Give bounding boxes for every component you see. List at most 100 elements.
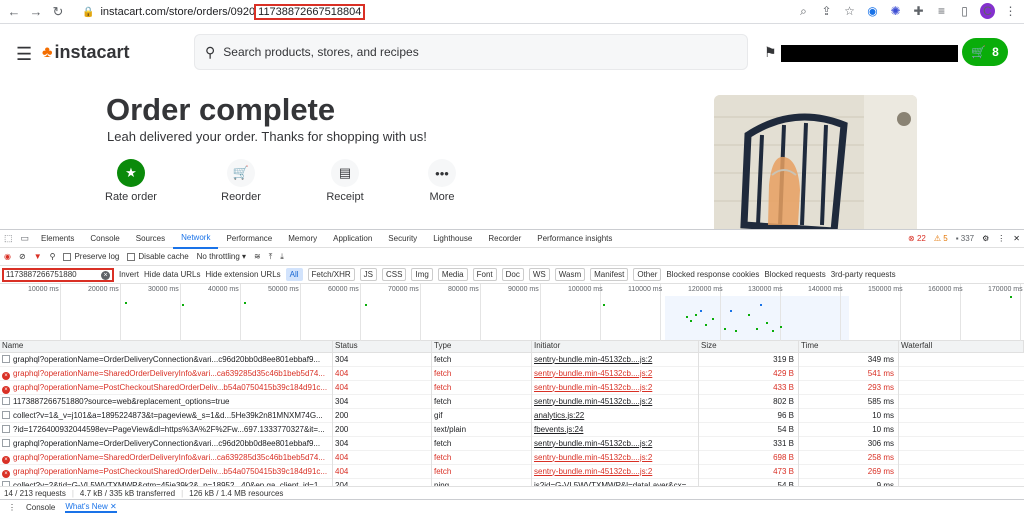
network-conditions-icon[interactable]: ≋ <box>254 252 261 261</box>
type-filter-media[interactable]: Media <box>437 268 468 281</box>
table-row[interactable]: graphql?operationName=OrderDeliveryConne… <box>0 436 1024 451</box>
cell-initiator[interactable]: sentry-bundle.min-45132cb....js:2 <box>532 436 699 451</box>
type-filter-wasm[interactable]: Wasm <box>554 268 586 281</box>
reorder-button[interactable]: 🛒 Reorder <box>206 159 276 203</box>
drawer-menu-icon[interactable]: ⋮ <box>8 503 16 512</box>
tab-lighthouse[interactable]: Lighthouse <box>425 230 480 248</box>
column-time[interactable]: Time <box>799 341 899 352</box>
blocked-cookies-checkbox[interactable]: Blocked response cookies <box>666 270 759 279</box>
type-filter-font[interactable]: Font <box>472 268 497 281</box>
hamburger-menu-icon[interactable]: ☰ <box>16 44 32 65</box>
table-row[interactable]: graphql?operationName=OrderDeliveryConne… <box>0 353 1024 367</box>
type-filter-other[interactable]: Other <box>633 268 662 281</box>
extension-1-icon[interactable]: ◉ <box>865 4 880 18</box>
table-row[interactable]: × graphql?operationName=PostCheckoutShare… <box>0 464 1024 479</box>
sidebar-icon[interactable]: ▯ <box>957 4 972 18</box>
search-input[interactable]: ⚲ Search products, stores, and recipes <box>194 34 748 70</box>
preserve-log-checkbox[interactable]: Preserve log <box>63 252 119 261</box>
third-party-checkbox[interactable]: 3rd-party requests <box>831 270 896 279</box>
search-icon[interactable]: ⚲ <box>50 252 56 261</box>
profile-avatar[interactable]: C <box>980 3 995 19</box>
column-initiator[interactable]: Initiator <box>532 341 699 352</box>
location-pin-icon[interactable]: ⚑ <box>764 44 777 61</box>
share-icon[interactable]: ⇪ <box>819 4 834 18</box>
type-filter-js[interactable]: JS <box>359 268 378 281</box>
cell-initiator[interactable]: sentry-bundle.min-45132cb....js:2 <box>532 394 699 409</box>
invert-checkbox[interactable]: Invert <box>119 270 139 279</box>
devtools-menu-icon[interactable]: ⋮ <box>997 234 1005 243</box>
zoom-icon[interactable]: ⌕ <box>796 4 811 19</box>
drawer-tab-whats-new[interactable]: What's New ✕ <box>65 502 117 513</box>
type-filter-fetch-xhr[interactable]: Fetch/XHR <box>307 268 355 281</box>
table-row[interactable]: × graphql?operationName=SharedOrderDelive… <box>0 450 1024 465</box>
record-icon[interactable]: ◉ <box>4 252 11 261</box>
cell-initiator[interactable]: sentry-bundle.min-45132cb....js:2 <box>532 464 699 479</box>
message-count[interactable]: ▪ 337 <box>956 234 974 243</box>
table-row[interactable]: × graphql?operationName=SharedOrderDelive… <box>0 366 1024 381</box>
tab-performance[interactable]: Performance <box>218 230 280 248</box>
cart-button[interactable]: 🛒 8 <box>962 38 1008 66</box>
cell-initiator[interactable]: sentry-bundle.min-45132cb....js:2 <box>532 366 699 381</box>
type-filter-doc[interactable]: Doc <box>501 268 524 281</box>
tab-application[interactable]: Application <box>325 230 380 248</box>
column-waterfall[interactable]: Waterfall <box>899 341 1024 352</box>
column-status[interactable]: Status <box>333 341 432 352</box>
export-har-icon[interactable]: ⤓ <box>280 252 284 262</box>
back-icon[interactable]: ← <box>6 4 22 20</box>
table-row[interactable]: × graphql?operationName=PostCheckoutShare… <box>0 380 1024 395</box>
cell-initiator[interactable]: sentry-bundle.min-45132cb....js:2 <box>532 380 699 395</box>
table-row[interactable]: collect?v=1&_v=j101&a=1895224873&t=pagev… <box>0 408 1024 423</box>
filter-input[interactable]: 1173887266751880 × <box>2 267 114 282</box>
tab-console[interactable]: Console <box>82 230 127 248</box>
close-devtools-icon[interactable]: ✕ <box>1013 234 1020 243</box>
type-filter-css[interactable]: CSS <box>382 268 407 281</box>
column-name[interactable]: Name <box>0 341 333 352</box>
cell-initiator[interactable]: fbevents.js:24 <box>532 422 699 437</box>
table-row[interactable]: ?id=1726400932044598ev=PageView&dl=https… <box>0 422 1024 437</box>
hide-data-urls-checkbox[interactable]: Hide data URLs <box>144 270 200 279</box>
tab-recorder[interactable]: Recorder <box>480 230 529 248</box>
hide-extension-urls-checkbox[interactable]: Hide extension URLs <box>206 270 281 279</box>
throttling-select[interactable]: No throttling ▾ <box>197 252 246 261</box>
cell-initiator[interactable]: sentry-bundle.min-45132cb....js:2 <box>532 353 699 367</box>
blocked-requests-checkbox[interactable]: Blocked requests <box>764 270 825 279</box>
column-type[interactable]: Type <box>432 341 532 352</box>
type-filter-ws[interactable]: WS <box>528 268 550 281</box>
table-row[interactable]: collect?v=2&tid=G-VL5WVTXMWP&gtm=45je39k… <box>0 478 1024 486</box>
error-count[interactable]: ⊗ 22 <box>908 234 926 243</box>
more-button[interactable]: ••• More <box>407 159 477 203</box>
table-row[interactable]: 1173887266751880?source=web&replacement_… <box>0 394 1024 409</box>
tab-security[interactable]: Security <box>380 230 425 248</box>
playlist-icon[interactable]: ≡ <box>934 4 949 18</box>
drawer-tab-console[interactable]: Console <box>26 503 55 512</box>
import-har-icon[interactable]: ⤒ <box>269 252 273 262</box>
tab-sources[interactable]: Sources <box>128 230 173 248</box>
bookmark-star-icon[interactable]: ☆ <box>842 4 857 18</box>
cell-initiator[interactable]: sentry-bundle.min-45132cb....js:2 <box>532 450 699 465</box>
overview-selection[interactable] <box>665 296 849 340</box>
tab-elements[interactable]: Elements <box>33 230 82 248</box>
clear-filter-icon[interactable]: × <box>101 270 110 280</box>
reload-icon[interactable]: ↻ <box>50 4 66 20</box>
extension-2-icon[interactable]: ✺ <box>888 4 903 18</box>
tab-performance-insights[interactable]: Performance insights <box>529 230 620 248</box>
disable-cache-checkbox[interactable]: Disable cache <box>127 252 189 261</box>
extensions-puzzle-icon[interactable]: ✚ <box>911 4 926 18</box>
type-filter-all[interactable]: All <box>285 268 303 281</box>
device-toolbar-icon[interactable]: ▭ <box>17 233 34 244</box>
rate-order-button[interactable]: ★ Rate order <box>96 159 166 203</box>
column-size[interactable]: Size <box>699 341 799 352</box>
tab-network[interactable]: Network <box>173 229 219 249</box>
cell-initiator[interactable]: js?id=G-VL5WVTXMWP&l=dataLayer&cx=... <box>532 478 699 486</box>
warning-count[interactable]: ⚠ 5 <box>934 234 948 243</box>
cell-initiator[interactable]: analytics.js:22 <box>532 408 699 423</box>
receipt-button[interactable]: ▤ Receipt <box>310 159 380 203</box>
instacart-logo[interactable]: ♣ instacart <box>42 42 130 63</box>
address-bar[interactable]: 🔒 instacart.com/store/orders/0920 1173887… <box>82 4 366 20</box>
network-overview[interactable]: 10000 ms 20000 ms 30000 ms 40000 ms 50000 ms… <box>0 284 1024 341</box>
tab-memory[interactable]: Memory <box>280 230 325 248</box>
filter-icon[interactable]: ▼ <box>34 252 42 261</box>
settings-gear-icon[interactable]: ⚙ <box>982 234 989 243</box>
type-filter-manifest[interactable]: Manifest <box>590 268 629 281</box>
delivery-photo[interactable] <box>714 95 917 231</box>
